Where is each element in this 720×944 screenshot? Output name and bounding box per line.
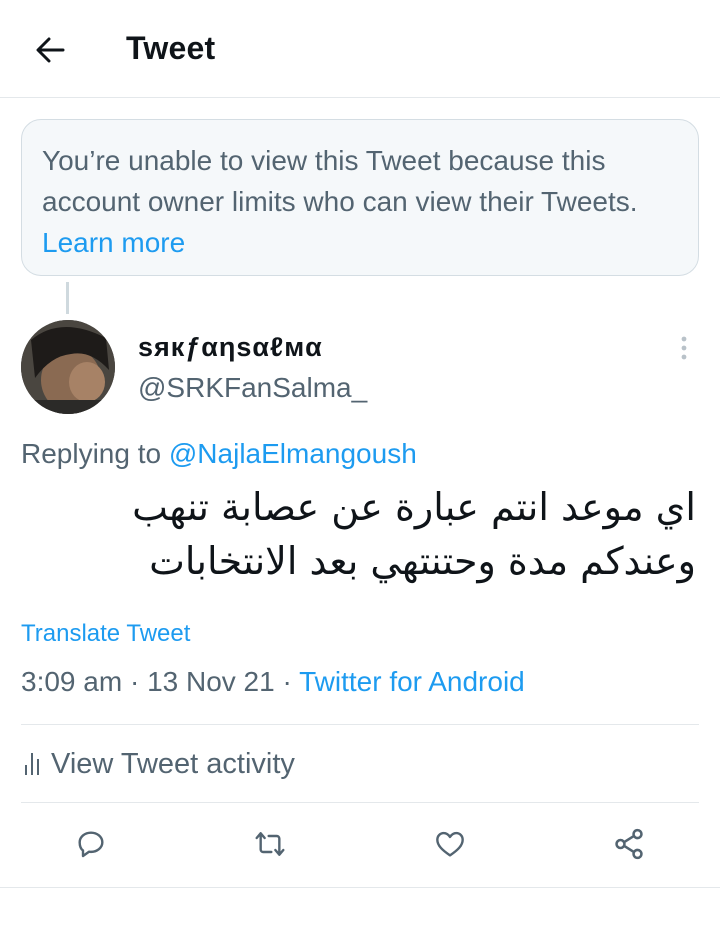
retweet-icon bbox=[255, 832, 285, 856]
top-bar: Tweet bbox=[0, 0, 720, 98]
tweet-source[interactable]: Twitter for Android bbox=[299, 666, 525, 697]
learn-more-link[interactable]: Learn more bbox=[42, 227, 185, 258]
bar-chart-icon bbox=[25, 753, 39, 775]
user-handle[interactable]: @SRKFanSalma_ bbox=[138, 372, 367, 404]
meta-separator: · bbox=[282, 666, 292, 697]
more-options-button[interactable] bbox=[672, 332, 696, 364]
replying-to: Replying to @NajlaElmangoush bbox=[21, 438, 417, 470]
notice-text: You’re unable to view this Tweet because… bbox=[42, 145, 638, 217]
reply-icon bbox=[78, 831, 104, 858]
tweet-meta: 3:09 am · 13 Nov 21 · Twitter for Androi… bbox=[21, 666, 525, 698]
replying-prefix: Replying to bbox=[21, 438, 162, 469]
thread-connector bbox=[66, 282, 69, 314]
divider bbox=[0, 887, 720, 888]
reply-button[interactable] bbox=[71, 824, 111, 864]
view-tweet-activity-button[interactable]: View Tweet activity bbox=[21, 744, 295, 784]
like-button[interactable] bbox=[430, 824, 470, 864]
tweet-time[interactable]: 3:09 am bbox=[21, 666, 122, 697]
more-vertical-icon bbox=[681, 336, 687, 360]
avatar-image bbox=[21, 320, 115, 414]
share-icon bbox=[615, 828, 643, 860]
page-title: Tweet bbox=[126, 30, 216, 66]
unavailable-tweet-notice: You’re unable to view this Tweet because… bbox=[21, 119, 699, 276]
arrow-left-icon bbox=[36, 37, 65, 63]
avatar[interactable] bbox=[21, 320, 115, 414]
tweet-text: اي موعد انتم عبارة عن عصابة تنهب وعندكم … bbox=[132, 485, 696, 583]
view-tweet-activity-label: View Tweet activity bbox=[51, 747, 295, 780]
meta-separator: · bbox=[129, 666, 140, 697]
retweet-button[interactable] bbox=[250, 824, 290, 864]
back-button[interactable] bbox=[28, 28, 72, 72]
replying-to-mention[interactable]: @NajlaElmangoush bbox=[169, 438, 417, 469]
display-name[interactable]: ѕякƒαηѕαℓмα bbox=[138, 332, 323, 363]
divider bbox=[21, 724, 699, 725]
share-button[interactable] bbox=[609, 824, 649, 864]
tweet-date[interactable]: 13 Nov 21 bbox=[147, 666, 275, 697]
translate-tweet-link[interactable]: Translate Tweet bbox=[21, 620, 190, 648]
heart-icon bbox=[436, 831, 464, 857]
divider bbox=[21, 802, 699, 803]
